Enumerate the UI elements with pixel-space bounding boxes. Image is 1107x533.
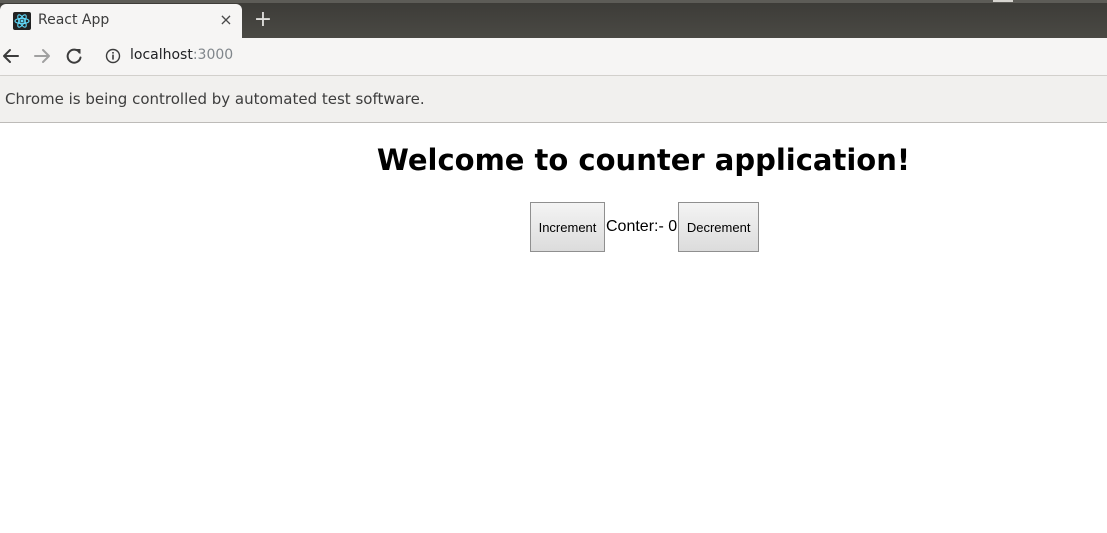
react-logo-icon bbox=[13, 12, 31, 30]
tab-strip: React App × + bbox=[0, 0, 1107, 38]
forward-button[interactable] bbox=[31, 45, 53, 67]
tab-title: React App bbox=[38, 12, 110, 28]
arrow-left-icon bbox=[3, 49, 19, 63]
url-port: :3000 bbox=[192, 47, 234, 63]
page-title: Welcome to counter application! bbox=[376, 143, 911, 177]
close-tab-icon[interactable]: × bbox=[216, 10, 236, 30]
window-corner bbox=[993, 0, 1013, 2]
tab-strip-highlight bbox=[0, 0, 1107, 3]
decrement-button[interactable]: Decrement bbox=[678, 202, 760, 252]
reload-icon bbox=[66, 48, 82, 64]
counter-label: Conter:- bbox=[606, 218, 669, 235]
automation-infobar: Chrome is being controlled by automated … bbox=[0, 76, 1107, 123]
browser-toolbar: localhost:3000 bbox=[0, 38, 1107, 76]
back-button[interactable] bbox=[0, 45, 22, 67]
address-bar[interactable]: localhost:3000 bbox=[130, 47, 233, 63]
counter-controls: Increment Conter:- 0 Decrement bbox=[530, 202, 760, 252]
new-tab-button[interactable]: + bbox=[252, 9, 274, 31]
url-host: localhost bbox=[130, 47, 193, 63]
counter-display: Conter:- 0 bbox=[605, 218, 678, 236]
infobar-message: Chrome is being controlled by automated … bbox=[5, 90, 425, 108]
tab-react-app[interactable]: React App × bbox=[0, 4, 242, 38]
arrow-right-icon bbox=[34, 49, 50, 63]
increment-button[interactable]: Increment bbox=[530, 202, 605, 252]
page-content: Welcome to counter application! Incremen… bbox=[0, 123, 1107, 533]
info-icon[interactable] bbox=[104, 47, 122, 65]
counter-value: 0 bbox=[668, 218, 678, 235]
reload-button[interactable] bbox=[63, 45, 85, 67]
